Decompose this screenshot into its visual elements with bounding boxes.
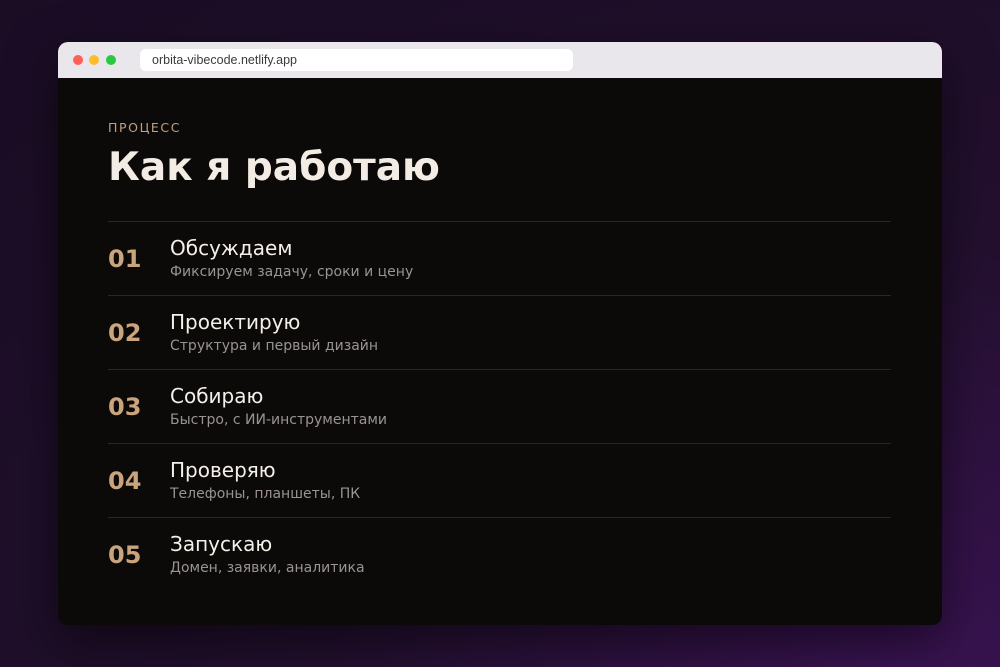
step-item: 03 Собираю Быстро, с ИИ-инструментами bbox=[108, 369, 891, 443]
step-description: Быстро, с ИИ-инструментами bbox=[170, 412, 388, 428]
step-description: Фиксируем задачу, сроки и цену bbox=[170, 264, 414, 280]
step-number: 02 bbox=[108, 319, 142, 347]
step-item: 02 Проектирую Структура и первый дизайн bbox=[108, 295, 891, 369]
browser-titlebar: orbita-vibecode.netlify.app bbox=[58, 42, 942, 78]
minimize-window-button[interactable] bbox=[89, 55, 99, 65]
step-description: Телефоны, планшеты, ПК bbox=[170, 486, 361, 502]
maximize-window-button[interactable] bbox=[106, 55, 116, 65]
section-eyebrow: ПРОЦЕСС bbox=[108, 120, 182, 135]
step-number: 04 bbox=[108, 467, 142, 495]
page-title: Как я работаю bbox=[108, 145, 440, 190]
step-number: 01 bbox=[108, 245, 142, 273]
address-bar[interactable]: orbita-vibecode.netlify.app bbox=[140, 49, 573, 71]
step-title: Собираю bbox=[170, 384, 264, 408]
step-number: 03 bbox=[108, 393, 142, 421]
step-description: Домен, заявки, аналитика bbox=[170, 560, 365, 576]
step-description: Структура и первый дизайн bbox=[170, 338, 379, 354]
step-title: Проверяю bbox=[170, 458, 276, 482]
step-item: 04 Проверяю Телефоны, планшеты, ПК bbox=[108, 443, 891, 517]
step-title: Обсуждаем bbox=[170, 236, 293, 260]
step-item: 05 Запускаю Домен, заявки, аналитика bbox=[108, 517, 891, 591]
browser-window: orbita-vibecode.netlify.app ПРОЦЕСС Как … bbox=[58, 42, 942, 625]
steps-list: 01 Обсуждаем Фиксируем задачу, сроки и ц… bbox=[108, 221, 891, 591]
step-title: Запускаю bbox=[170, 532, 273, 556]
close-window-button[interactable] bbox=[73, 55, 83, 65]
step-title: Проектирую bbox=[170, 310, 301, 334]
step-item: 01 Обсуждаем Фиксируем задачу, сроки и ц… bbox=[108, 221, 891, 295]
step-number: 05 bbox=[108, 541, 142, 569]
